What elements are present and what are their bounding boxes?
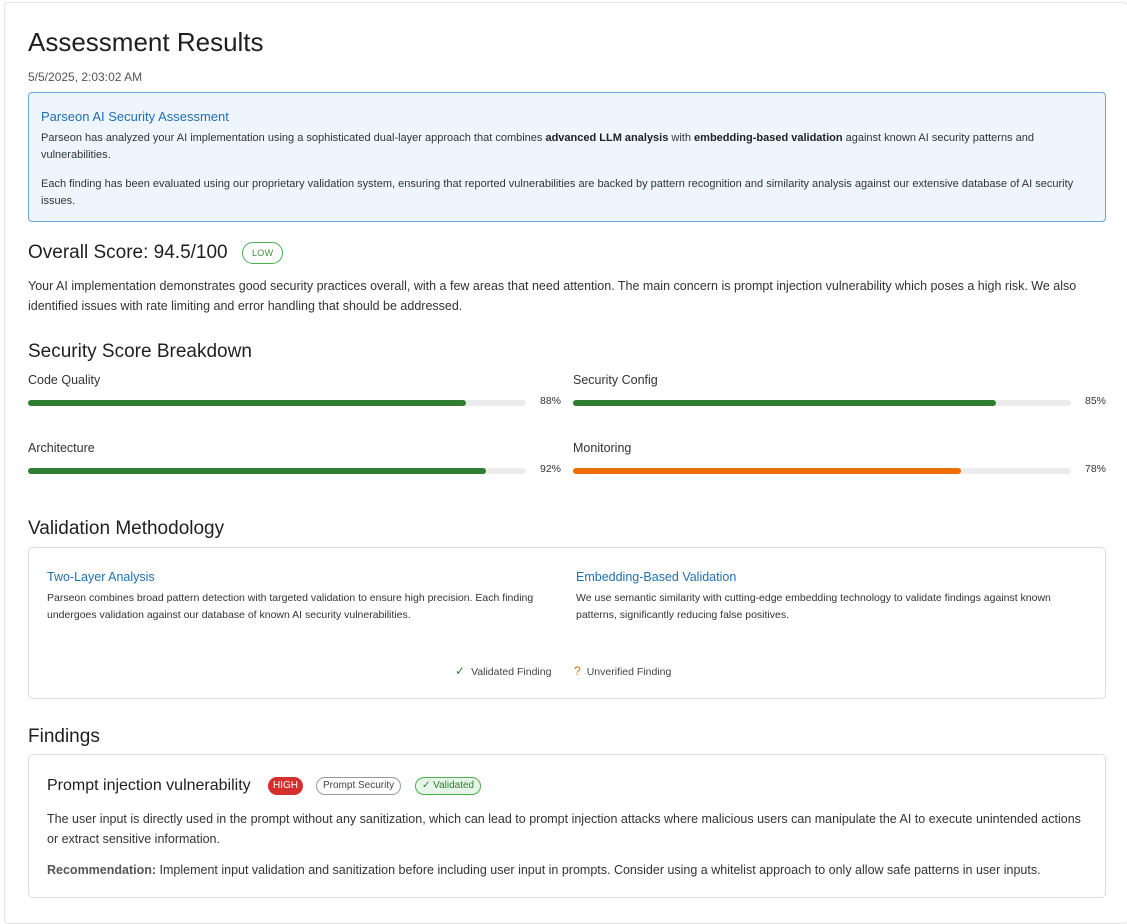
finding-recommendation: Recommendation: Implement input validati… [47, 861, 1087, 880]
embedding-validation-title: Embedding-Based Validation [576, 570, 737, 584]
metric-bar-fill [573, 400, 997, 406]
metric-label: Security Config [573, 373, 658, 387]
metric-bar [28, 468, 526, 474]
metric-code-quality: Code Quality 88% [28, 373, 561, 413]
legend-validated-label: Validated Finding [471, 666, 552, 678]
two-layer-analysis-title: Two-Layer Analysis [47, 570, 155, 584]
info-paragraph-2: Each finding has been evaluated using ou… [41, 178, 1074, 207]
page-title: Assessment Results [28, 27, 264, 57]
metric-label: Code Quality [28, 373, 101, 387]
info-title: Parseon AI Security Assessment [41, 109, 229, 124]
info-text: Parseon has analyzed your AI implementat… [41, 132, 546, 144]
risk-level-badge: LOW [242, 242, 284, 264]
legend-unverified: ? Unverified Finding [574, 664, 671, 678]
metric-value: 88% [539, 395, 561, 407]
metric-bar [573, 468, 1071, 474]
findings-title: Findings [28, 726, 100, 747]
breakdown-title: Security Score Breakdown [28, 341, 252, 362]
metric-monitoring: Monitoring 78% [573, 441, 1106, 481]
metric-bar-fill [28, 400, 467, 406]
metric-architecture: Architecture 92% [28, 441, 561, 481]
metric-bar-fill [28, 468, 487, 474]
assessment-timestamp: 5/5/2025, 2:03:02 AM [28, 70, 143, 84]
metric-bar-fill [573, 468, 962, 474]
finding-description: The user input is directly used in the p… [47, 812, 1081, 846]
legend-validated: ✓ Validated Finding [455, 664, 551, 678]
recommendation-label: Recommendation: [47, 863, 157, 877]
check-icon: ✓ [455, 664, 466, 678]
metric-security-config: Security Config 85% [573, 373, 1106, 413]
metric-label: Monitoring [573, 441, 632, 455]
finding-title: Prompt injection vulnerability [47, 777, 251, 794]
severity-badge: HIGH [268, 777, 303, 795]
methodology-title: Validation Methodology [28, 518, 225, 539]
info-text: with [668, 132, 695, 144]
metric-value: 85% [1084, 395, 1106, 407]
metric-bar [573, 400, 1071, 406]
info-emphasis-embedding: embedding-based validation [694, 132, 843, 144]
metric-value: 92% [539, 463, 561, 475]
finding-card[interactable]: Prompt injection vulnerability HIGH Prom… [28, 754, 1106, 898]
methodology-card: Two-Layer Analysis Parseon combines broa… [28, 547, 1106, 699]
overall-score: Overall Score: 94.5/100 [28, 242, 228, 263]
category-badge: Prompt Security [316, 777, 402, 795]
score-summary: Your AI implementation demonstrates good… [28, 279, 1077, 313]
embedding-validation-section: Embedding-Based Validation We use semant… [576, 570, 1076, 624]
metric-value: 78% [1084, 463, 1106, 475]
embedding-validation-text: We use semantic similarity with cutting-… [576, 592, 1051, 621]
recommendation-text: Implement input validation and sanitizat… [156, 863, 1041, 877]
two-layer-analysis-text: Parseon combines broad pattern detection… [47, 592, 534, 621]
info-paragraph-1: Parseon has analyzed your AI implementat… [41, 130, 1081, 164]
question-mark-icon: ? [574, 664, 581, 678]
info-box: Parseon AI Security Assessment Parseon h… [28, 92, 1106, 222]
two-layer-analysis-section: Two-Layer Analysis Parseon combines broa… [47, 570, 547, 624]
metric-label: Architecture [28, 441, 95, 455]
legend-unverified-label: Unverified Finding [586, 666, 672, 678]
info-emphasis-llm: advanced LLM analysis [545, 132, 669, 144]
validated-badge: ✓ Validated [415, 777, 482, 795]
metric-bar [28, 400, 526, 406]
